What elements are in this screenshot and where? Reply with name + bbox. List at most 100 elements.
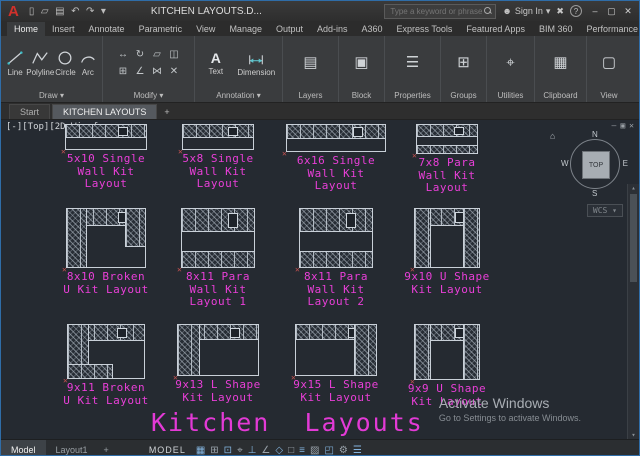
file-tab-start[interactable]: Start [9,104,50,119]
close-icon[interactable]: ✕ [621,6,635,17]
layers-icon[interactable]: ▤ [303,54,317,72]
explode-icon[interactable]: ✕ [170,66,178,77]
layout-thumbnail[interactable] [177,324,259,376]
osnap-icon[interactable]: □ [288,445,294,456]
tab-annotate[interactable]: Annotate [82,22,132,36]
new-layout-button[interactable]: + [98,445,115,455]
selection-cycling-icon[interactable]: ◰ [324,445,333,456]
stretch-icon[interactable]: ⋈ [152,66,162,77]
tab-express-tools[interactable]: Express Tools [390,22,460,36]
layout-label[interactable]: 6x16 Single Wall Kit Layout [297,155,375,193]
workspace-settings-icon[interactable]: ⚙ [339,445,348,456]
utilities-icon[interactable]: ⌖ [506,54,514,72]
layout-label[interactable]: 8x11 Para Wall Kit Layout 1 [186,271,250,309]
viewcube-top-face[interactable]: TOP [582,151,610,179]
properties-panel-label[interactable]: Properties [385,89,440,102]
layout-thumbnail[interactable] [295,324,377,376]
tab-manage[interactable]: Manage [222,22,269,36]
draw-panel-label[interactable]: Draw ▾ [1,89,102,102]
layout-thumbnail[interactable] [414,208,480,268]
layout-thumbnail[interactable] [286,124,386,152]
tab-a360[interactable]: A360 [355,22,390,36]
polyline-button[interactable]: Polyline [27,49,53,77]
ortho-icon[interactable]: ⊥ [248,445,257,456]
search-input[interactable] [388,6,484,17]
modify-panel-label[interactable]: Modify ▾ [103,89,194,102]
minimize-icon[interactable]: – [588,6,602,16]
new-drawing-tab-button[interactable]: + [159,105,174,119]
groups-icon[interactable]: ⊞ [457,54,470,72]
layout-thumbnail[interactable] [182,124,254,150]
trim-icon[interactable]: ▱ [153,49,161,60]
tab-home[interactable]: Home [7,22,45,36]
layout-label[interactable]: 9x15 L Shape Kit Layout [293,379,378,404]
layout-label[interactable]: 8x11 Para Wall Kit Layout 2 [304,271,368,309]
mirror-icon[interactable]: ∠ [136,66,145,77]
text-button[interactable]: A Text [199,50,233,76]
wcs-selector[interactable]: WCS ▾ [587,204,623,217]
layers-panel-label[interactable]: Layers [283,89,338,102]
maximize-icon[interactable]: ▢ [604,6,618,17]
layout-thumbnail[interactable] [299,208,373,268]
tab-insert[interactable]: Insert [45,22,82,36]
redo-icon[interactable]: ↷ [86,6,94,17]
clipboard-panel-label[interactable]: Clipboard [535,89,586,102]
block-icon[interactable]: ▣ [354,54,368,72]
rotate-icon[interactable]: ↻ [136,49,144,60]
tab-performance[interactable]: Performance [579,22,640,36]
customization-icon[interactable]: ☰ [353,445,362,456]
polar-tracking-icon[interactable]: ∠ [261,445,270,456]
layout-thumbnail[interactable] [414,324,480,380]
utilities-panel-label[interactable]: Utilities [487,89,534,102]
layout-label[interactable]: 7x8 Para Wall Kit Layout [419,157,476,195]
scroll-up-icon[interactable]: ▴ [631,184,635,192]
layout-thumbnail[interactable] [416,124,478,154]
layout-label[interactable]: 8x10 Broken U Kit Layout [63,271,148,296]
tab-view[interactable]: View [189,22,222,36]
tab-add-ins[interactable]: Add-ins [310,22,355,36]
lineweight-icon[interactable]: ≡ [299,445,305,456]
layout-thumbnail[interactable] [65,124,147,150]
viewport-close-icon[interactable]: ✕ [629,121,634,130]
scrollbar-thumb[interactable] [630,194,637,282]
undo-icon[interactable]: ↶ [71,6,79,17]
scroll-down-icon[interactable]: ▾ [631,431,635,439]
clipboard-icon[interactable]: ▦ [553,54,567,72]
qat-caret-icon[interactable]: ▾ [101,6,106,17]
grid-icon[interactable]: ▦ [196,445,205,456]
tab-bim-360[interactable]: BIM 360 [532,22,580,36]
layout-label[interactable]: 9x11 Broken U Kit Layout [63,382,148,407]
model-space-badge[interactable]: MODEL [149,445,186,455]
layout-label[interactable]: 9x13 L Shape Kit Layout [175,379,260,404]
app-menu-button[interactable]: A [5,4,22,19]
view-cube[interactable]: ⌂ N S E W TOP [563,132,627,196]
snap-icon[interactable]: ⊞ [210,445,218,456]
view-panel-label[interactable]: View [587,89,631,102]
dimension-button[interactable]: Dimension [235,49,278,77]
new-icon[interactable]: ▯ [29,6,35,17]
viewcube-east[interactable]: E [623,159,628,168]
infer-constraints-icon[interactable]: ⊡ [224,445,232,456]
help-icon[interactable]: ? [570,5,582,17]
layout-label[interactable]: 5x10 Single Wall Kit Layout [67,153,145,191]
viewport-minimize-icon[interactable]: – [612,121,617,130]
properties-icon[interactable]: ☰ [406,54,419,72]
line-button[interactable]: Line [5,49,25,77]
drawing-title-text[interactable]: Kitchen Layouts [151,408,424,437]
transparency-icon[interactable]: ▨ [310,445,319,456]
erase-icon[interactable]: ◫ [169,49,178,60]
tab-output[interactable]: Output [269,22,310,36]
drawing-canvas[interactable]: [-][Top][2D Wirefra – ▣ ✕ ⌂ N S E W TOP … [1,120,639,439]
vertical-scrollbar[interactable]: ▴ ▾ [627,184,639,439]
layout-label[interactable]: 5x8 Single Wall Kit Layout [182,153,253,191]
move-icon[interactable]: ↔ [118,49,128,60]
viewport-maximize-icon[interactable]: ▣ [620,121,625,130]
annotation-panel-label[interactable]: Annotation ▾ [195,89,282,102]
viewcube-west[interactable]: W [561,159,569,168]
layout-label[interactable]: 9x10 U Shape Kit Layout [404,271,489,296]
copy-icon[interactable]: ⊞ [119,66,127,77]
sign-in-button[interactable]: ☻ Sign In ▾ [502,6,550,17]
layout-thumbnail[interactable] [66,208,146,268]
open-icon[interactable]: ▱ [41,6,49,17]
dynamic-input-icon[interactable]: ⌖ [237,445,243,456]
